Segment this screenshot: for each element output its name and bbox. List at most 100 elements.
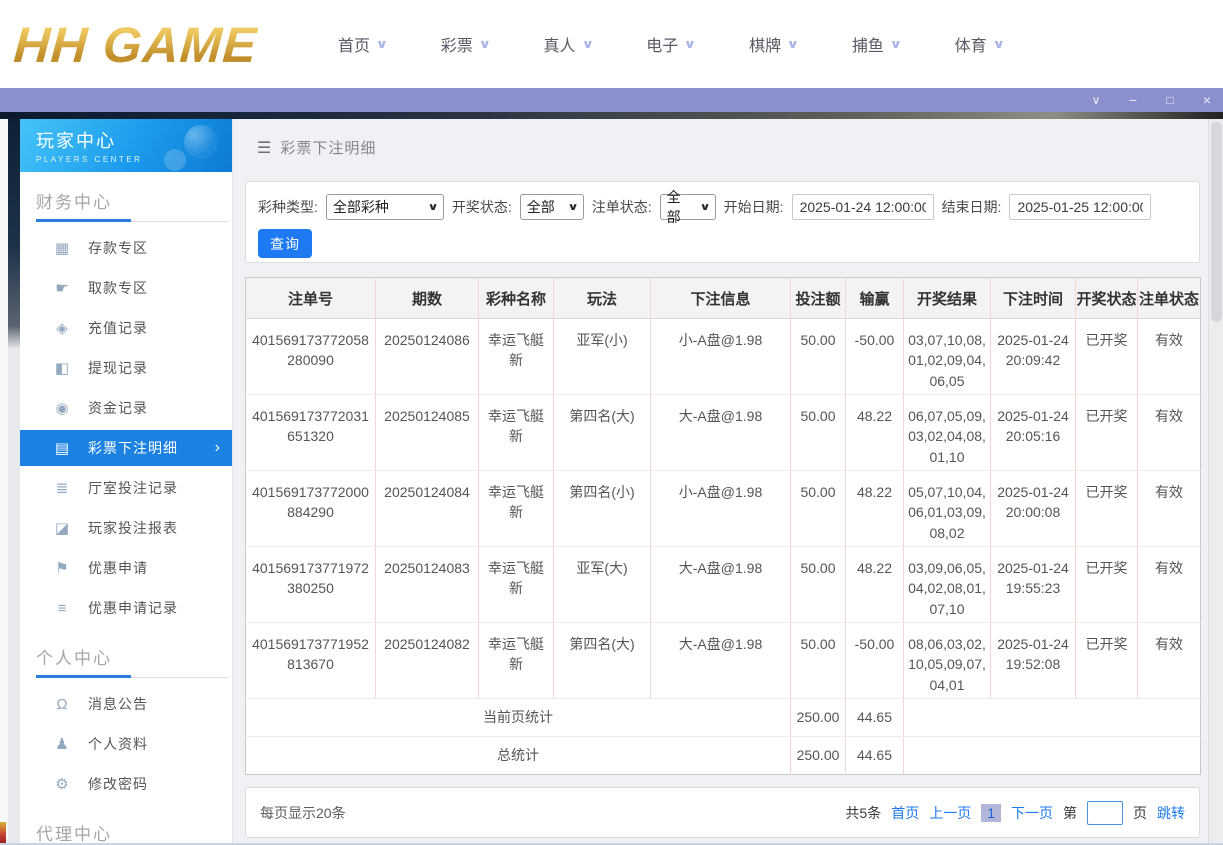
- window-menu-icon[interactable]: ∨: [1088, 94, 1104, 106]
- cell-draw-result: 03,07,10,08,01,02,09,04,06,05: [903, 318, 991, 395]
- sidebar-item-withdraw[interactable]: ☛ 取款专区: [20, 268, 232, 308]
- banner-edge-strip: [0, 112, 1223, 119]
- pager: 共5条 首页 上一页 1 下一页 第 页 跳转: [845, 800, 1185, 825]
- end-date-input[interactable]: [1009, 194, 1152, 220]
- cell-lottery-name: 幸运飞艇新: [478, 470, 554, 547]
- hamburger-icon[interactable]: ☰: [257, 138, 271, 158]
- cell-bet-time: 2025-01-24 19:52:08: [990, 622, 1076, 699]
- sidebar-item-label: 彩票下注明细: [88, 440, 178, 456]
- nav-item-boardgames[interactable]: 棋牌 ∨: [749, 32, 800, 56]
- sidebar-item-label: 修改密码: [88, 776, 148, 792]
- wallet-icon: ◧: [54, 360, 70, 377]
- cell-play: 第四名(大): [553, 394, 651, 471]
- start-date-input[interactable]: [791, 194, 934, 220]
- cell-lottery-name: 幸运飞艇新: [478, 622, 554, 699]
- prev-page-link[interactable]: 上一页: [929, 803, 971, 823]
- nav-item-fishing[interactable]: 捕鱼 ∨: [852, 32, 903, 56]
- current-page-badge[interactable]: 1: [981, 803, 1001, 822]
- cell-win-loss: 48.22: [845, 394, 904, 471]
- cell-bet-status: 有效: [1137, 470, 1201, 547]
- maximize-icon[interactable]: □: [1162, 94, 1178, 106]
- section-rule: [36, 219, 228, 222]
- chevron-down-icon: ∨: [375, 37, 389, 51]
- search-button[interactable]: 查询: [258, 229, 312, 258]
- gear-icon: ⚙: [55, 776, 69, 793]
- cell-play: 第四名(大): [553, 622, 651, 699]
- sidebar-item-label: 消息公告: [88, 696, 148, 712]
- sidebar-item-change-password[interactable]: ⚙ 修改密码: [20, 764, 232, 804]
- summary-bet-total: 250.00: [790, 736, 846, 775]
- bet-status-label: 注单状态:: [591, 199, 652, 215]
- scrollbar-thumb[interactable]: [1211, 122, 1222, 322]
- sidebar-item-profile[interactable]: ♟ 个人资料: [20, 724, 232, 764]
- cell-bet-time: 2025-01-24 19:55:23: [990, 546, 1076, 623]
- sidebar-item-promo-apply-record[interactable]: ≡ 优惠申请记录: [20, 588, 232, 628]
- sidebar-item-lottery-bet-detail[interactable]: ▤ 彩票下注明细 ›: [20, 430, 232, 466]
- cell-draw-result: 08,06,03,02,10,05,09,07,04,01: [903, 622, 991, 699]
- report-chart-icon: ◪: [54, 520, 70, 537]
- sidebar-item-recharge-record[interactable]: ◈ 充值记录: [20, 308, 232, 348]
- bet-status-select[interactable]: 全部 ∨: [659, 189, 716, 225]
- brand-logo[interactable]: HH GAME: [12, 10, 260, 80]
- bet-status-value: 全部: [666, 189, 681, 225]
- sidebar-item-messages[interactable]: Ω 消息公告: [20, 684, 232, 724]
- jump-link[interactable]: 跳转: [1157, 803, 1185, 823]
- chevron-down-icon: ∨: [992, 37, 1005, 51]
- nav-item-home[interactable]: 首页 ∨: [338, 32, 389, 56]
- nav-item-label: 首页: [338, 38, 371, 55]
- summary-label: 当前页统计: [245, 698, 791, 737]
- sidebar-item-hall-bet-record[interactable]: ≣ 厅室投注记录: [20, 468, 232, 508]
- draw-status-select[interactable]: 全部 ∨: [519, 194, 584, 220]
- sidebar-item-promo-apply[interactable]: ⚑ 优惠申请: [20, 548, 232, 588]
- nav-item-live[interactable]: 真人 ∨: [543, 32, 594, 56]
- cell-draw-status: 已开奖: [1075, 622, 1138, 699]
- cell-bet-info: 大-A盘@1.98: [650, 546, 791, 623]
- nav-item-label: 电子: [646, 38, 679, 55]
- cell-bet-info: 小-A盘@1.98: [650, 318, 791, 395]
- section-title-personal: 个人中心: [36, 649, 112, 668]
- section-title-finance: 财务中心: [36, 193, 112, 212]
- first-page-link[interactable]: 首页: [891, 803, 919, 823]
- summary-bet-total: 250.00: [790, 698, 846, 737]
- col-bet-time: 下注时间: [990, 277, 1076, 319]
- select-caret-icon: ∨: [427, 201, 439, 213]
- nav-item-label: 真人: [543, 38, 576, 55]
- deposit-card-icon: ▦: [54, 240, 70, 257]
- promo-record-icon: ≡: [57, 599, 67, 617]
- cell-bet-amount: 50.00: [790, 470, 846, 547]
- sidebar-item-withdrawal-record[interactable]: ◧ 提现记录: [20, 348, 232, 388]
- summary-empty: [904, 737, 1201, 775]
- jump-page-input[interactable]: [1087, 800, 1123, 825]
- content-area: 玩家中心 PLAYERS CENTER 财务中心 ▦ 存款专区 ☛ 取款专区 ◈…: [0, 119, 1223, 845]
- lottery-type-select[interactable]: 全部彩种 ∨: [325, 194, 444, 220]
- sidebar-item-funds-record[interactable]: ◉ 资金记录: [20, 388, 232, 428]
- cell-bet-amount: 50.00: [790, 622, 846, 699]
- sidebar-item-label: 取款专区: [88, 280, 148, 296]
- cell-bet-time: 2025-01-24 20:00:08: [990, 470, 1076, 547]
- lottery-type-value: 全部彩种: [332, 199, 389, 215]
- summary-empty: [903, 698, 1201, 737]
- sidebar-item-label: 厅室投注记录: [88, 480, 178, 496]
- pagination-bar: 每页显示20条 共5条 首页 上一页 1 下一页 第 页 跳转: [245, 787, 1200, 838]
- chevron-right-icon: ›: [214, 439, 220, 456]
- draw-status-label: 开奖状态:: [451, 199, 512, 215]
- close-icon[interactable]: ×: [1199, 93, 1215, 107]
- jump-prefix: 第: [1063, 804, 1077, 821]
- table-row: 401569173771952813670 20250124082 幸运飞艇新 …: [245, 622, 1201, 699]
- table-row: 401569173772058280090 20250124086 幸运飞艇新 …: [245, 318, 1201, 395]
- nav-item-lottery[interactable]: 彩票 ∨: [441, 32, 491, 56]
- cell-period: 20250124084: [375, 470, 479, 547]
- nav-item-slots[interactable]: 电子 ∨: [646, 32, 696, 56]
- sidebar-item-deposit[interactable]: ▦ 存款专区: [20, 228, 232, 268]
- minimize-icon[interactable]: −: [1125, 93, 1141, 107]
- next-page-link[interactable]: 下一页: [1011, 803, 1053, 823]
- nav-item-sports[interactable]: 体育 ∨: [955, 32, 1005, 56]
- col-bet-info: 下注信息: [650, 277, 791, 319]
- hand-cash-icon: ☛: [55, 280, 69, 297]
- sidebar-item-player-bet-report[interactable]: ◪ 玩家投注报表: [20, 508, 232, 548]
- sidebar-header: 玩家中心 PLAYERS CENTER: [20, 119, 232, 172]
- chevron-down-icon: ∨: [786, 37, 800, 51]
- bell-icon: Ω: [56, 695, 68, 713]
- chevron-down-icon: ∨: [889, 37, 903, 51]
- vertical-scrollbar[interactable]: [1208, 119, 1223, 845]
